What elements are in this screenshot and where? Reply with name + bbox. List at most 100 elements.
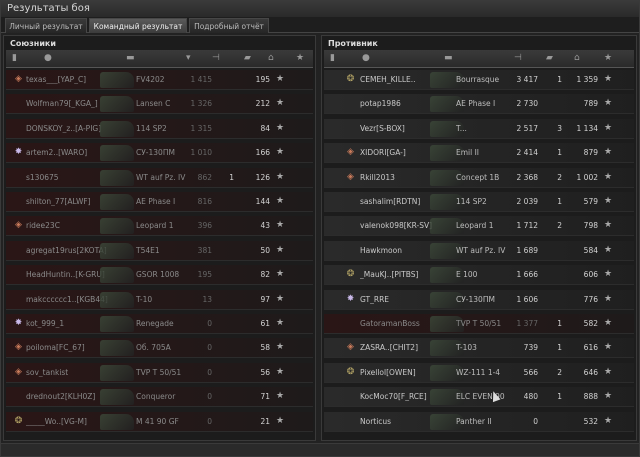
damage-value: 739 xyxy=(523,343,538,353)
frags-icon[interactable]: ▰ xyxy=(244,53,251,63)
table-row[interactable]: ◈ Rkill2013 Concept 1B 2 368 2 1 002 ★ xyxy=(324,167,634,188)
star-icon: ★ xyxy=(276,244,285,255)
player-name: ZASRA..[CHIT2] xyxy=(360,343,418,353)
xp-icon[interactable]: ⌂ xyxy=(268,53,274,63)
xp-value: 71 xyxy=(260,392,270,402)
tank-icon[interactable]: ▬ xyxy=(444,53,453,63)
tab-detailed-report[interactable]: Подробный отчёт xyxy=(189,18,269,33)
table-row[interactable]: ✸ artem2..[WARO] СУ-130ПМ 1 010 166 ★ xyxy=(6,143,313,164)
damage-value: 1 415 xyxy=(190,75,212,84)
xp-value: 61 xyxy=(260,319,270,328)
table-row[interactable]: ◈ XIDORI[GA-] Emil II 2 414 1 879 ★ xyxy=(324,143,634,164)
table-row[interactable]: makcccccc1..[KGB44] T-10 13 97 ★ xyxy=(6,289,313,310)
star-icon: ★ xyxy=(276,122,285,133)
table-row[interactable]: GatoramanBoss TVP T 50/51 1 377 1 582 ★ xyxy=(324,314,634,334)
xp-value: 579 xyxy=(583,197,598,206)
xp-value: 584 xyxy=(583,245,598,255)
star-icon: ★ xyxy=(604,415,613,426)
tab-personal-result[interactable]: Личный результат xyxy=(5,18,87,33)
enemies-panel: Противник ▮ ● ▬ ⊣ ▰ ⌂ ★ ❂ CEMEH_KILLE.. Bo… xyxy=(321,35,637,441)
damage-value: 3 417 xyxy=(516,75,538,84)
star-icon: ★ xyxy=(276,147,285,158)
platoon-icon[interactable]: ▮ xyxy=(12,53,17,63)
tank-icon xyxy=(100,242,134,259)
star-icon: ★ xyxy=(604,171,613,182)
table-row[interactable]: DONSKOY_z..[A-PIG] 114 SP2 1 315 84 ★ xyxy=(6,118,313,139)
table-row[interactable]: ❂ CEMEH_KILLE.. Bourrasque 3 417 1 1 359 ★ xyxy=(324,70,634,90)
table-row[interactable]: KocMoc70[F_RCE] ELC EVEN 90 480 1 888 ★ xyxy=(324,387,634,408)
frags-value: 3 xyxy=(557,123,562,133)
xp-value: 1 002 xyxy=(576,172,598,182)
tank-icon xyxy=(100,413,134,430)
star-icon: ★ xyxy=(276,366,285,377)
frags-icon[interactable]: ▰ xyxy=(546,53,553,63)
player-name: XIDORI[GA-] xyxy=(360,148,406,158)
table-row[interactable]: Norticus Panther II 0 532 ★ xyxy=(324,411,634,432)
damage-value: 0 xyxy=(207,367,212,377)
table-row[interactable]: ❂ _MauKJ..[PITBS] E 100 1 666 606 ★ xyxy=(324,265,634,286)
table-row[interactable]: s130675 WT auf Pz. IV 862 1 126 ★ xyxy=(6,167,313,188)
allies-panel: Союзники ▮ ● ▬ ▾ ⊣ ▰ ⌂ ★ ◈ texas___[YAP_C… xyxy=(3,35,316,441)
table-row[interactable]: ✸ GT_RRE СУ-130ПМ 1 606 776 ★ xyxy=(324,289,634,310)
tank-icon xyxy=(100,72,134,88)
star-icon[interactable]: ★ xyxy=(604,53,612,63)
xp-value: 1 134 xyxy=(576,123,598,133)
tank-icon xyxy=(100,267,134,284)
table-row[interactable]: HeadHuntin..[K-GRU] GSOR 1008 195 82 ★ xyxy=(6,265,313,286)
table-row[interactable]: Hawkmoon WT auf Pz. IV 1 689 584 ★ xyxy=(324,240,634,261)
table-row[interactable]: shilton_77[ALWF] AE Phase I 816 144 ★ xyxy=(6,192,313,212)
table-row[interactable]: potap1986 AE Phase I2 730 789 ★ xyxy=(324,94,634,115)
star-icon: ★ xyxy=(276,342,285,353)
star-icon: ★ xyxy=(276,196,285,206)
table-row[interactable]: drednout2[KLH0Z] Conqueror 0 71 ★ xyxy=(6,387,313,408)
table-row[interactable]: ❂ Pixellol[OWEN] WZ-111 1-4 566 2 646 ★ xyxy=(324,362,634,383)
table-row[interactable]: agregat19rus[2KOTA] T54E1 381 50 ★ xyxy=(6,240,313,261)
star-icon[interactable]: ★ xyxy=(296,53,304,63)
table-row[interactable]: ❂ _____Wo..[VG-M] M 41 90 GF 0 21 ★ xyxy=(6,411,313,432)
table-row[interactable]: sashalim[RDTN] 114 SP2 2 039 1 579 ★ xyxy=(324,192,634,212)
tank-icon xyxy=(100,218,134,235)
tab-team-result[interactable]: Командный результат xyxy=(89,18,187,33)
table-row[interactable]: ◈ texas___[YAP_C] FV4202 1 415 195 ★ xyxy=(6,70,313,90)
player-icon[interactable]: ● xyxy=(44,53,52,63)
table-row[interactable]: Vezr[S-BOX] T... 2 517 3 1 134 ★ xyxy=(324,118,634,139)
damage-value: 1 666 xyxy=(516,270,538,280)
damage-icon[interactable]: ⊣ xyxy=(212,53,220,63)
xp-value: 43 xyxy=(260,221,270,231)
table-row[interactable]: valenok098[KR-SV] Leopard 11 712 2 798 ★ xyxy=(324,216,634,237)
diamond-badge-icon: ◈ xyxy=(347,342,354,353)
tank-icon[interactable]: ▬ xyxy=(126,53,135,63)
table-row[interactable]: ◈ ZASRA..[CHIT2] T-103 739 1 616 ★ xyxy=(324,338,634,359)
platoon-icon[interactable]: ▮ xyxy=(330,53,335,63)
star-icon: ★ xyxy=(604,74,613,84)
player-icon[interactable]: ● xyxy=(362,53,370,63)
damage-value: 1 010 xyxy=(190,148,212,158)
window-title: Результаты боя xyxy=(1,1,639,17)
bottom-bar xyxy=(1,443,639,456)
diamond-badge-icon: ◈ xyxy=(347,171,354,182)
star-icon: ★ xyxy=(276,98,285,109)
xp-value: 582 xyxy=(583,319,598,328)
tank-icon xyxy=(100,316,134,332)
xp-value: 56 xyxy=(260,367,270,377)
table-row[interactable]: Wolfman79[_KGA_] Lansen C1 326 212 ★ xyxy=(6,94,313,115)
sort-chevron-down-icon[interactable]: ▾ xyxy=(186,53,191,63)
table-row[interactable]: ◈ poiloma[FC_67] Об. 705А 0 58 ★ xyxy=(6,338,313,359)
damage-value: 1 315 xyxy=(190,123,212,133)
damage-value: 2 730 xyxy=(516,99,538,109)
damage-value: 0 xyxy=(207,392,212,402)
tank-icon xyxy=(100,96,134,113)
table-row[interactable]: ◈ sov_tankist TVP T 50/51 0 56 ★ xyxy=(6,362,313,383)
xp-icon[interactable]: ⌂ xyxy=(574,53,580,63)
star-icon: ★ xyxy=(604,122,613,133)
damage-icon[interactable]: ⊣ xyxy=(514,53,522,63)
damage-value: 1 377 xyxy=(516,319,538,328)
table-row[interactable]: ◈ ridee23C Leopard 1 396 43 ★ xyxy=(6,216,313,237)
table-row[interactable]: ✸ kot_999_1 Renegade 0 61 ★ xyxy=(6,314,313,334)
diamond-badge-icon: ◈ xyxy=(15,342,22,353)
star-icon: ★ xyxy=(604,342,613,353)
damage-value: 0 xyxy=(207,416,212,426)
tank-icon xyxy=(100,194,134,210)
xp-value: 776 xyxy=(583,294,598,304)
star-icon: ★ xyxy=(604,147,613,158)
